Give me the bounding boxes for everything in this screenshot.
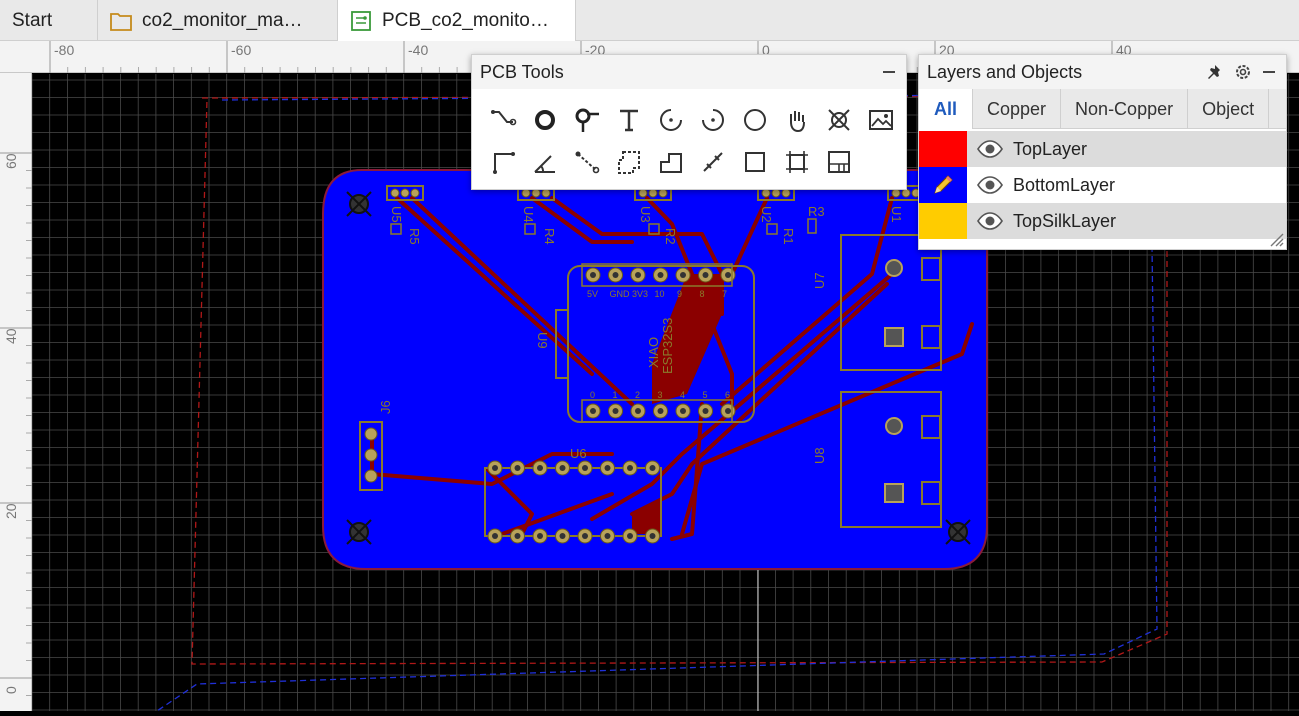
ruler-left-label: 0 [3,686,19,694]
tab-pcb-label: PCB_co2_monito… [382,9,549,31]
ruler-top-label: -80 [54,42,74,58]
silk-u1: U1 [889,206,904,223]
panel-icon[interactable] [818,141,860,183]
tab-start-label: Start [12,9,53,31]
probe-icon[interactable] [566,99,608,141]
ruler-top-label: -60 [231,42,251,58]
step-icon[interactable] [650,141,692,183]
gear-icon[interactable] [1232,61,1254,83]
esp-pin-label: GND [610,289,631,299]
text-icon[interactable] [608,99,650,141]
layer-list: TopLayer BottomLayer TopSilkLayer [919,129,1286,239]
layer-name: BottomLayer [1013,174,1116,195]
tab-copper[interactable]: Copper [973,89,1062,129]
pin-icon[interactable] [1204,61,1226,83]
document-tab-bar: Start co2_monitor_ma… PCB_co2_monito… [0,0,1299,41]
tab-pcb[interactable]: PCB_co2_monito… [338,0,576,41]
via-icon[interactable] [524,99,566,141]
pcb-tools-grid [482,99,902,183]
minimize-icon[interactable] [1258,61,1280,83]
pcb-icon [350,10,372,31]
layer-row[interactable]: BottomLayer [919,167,1286,203]
layers-panel: Layers and Objects All Copper Non-Copper… [918,54,1287,250]
ruler-left-label: 20 [3,503,19,519]
silk-r2: R2 [663,228,678,245]
layers-header[interactable]: Layers and Objects [919,55,1286,89]
silk-u4: U4 [521,206,536,223]
esp-pin-label: 7 [722,289,727,299]
ruler-left-label: 40 [3,328,19,344]
angle-track-icon[interactable] [482,141,524,183]
layer-row[interactable]: TopLayer [919,131,1286,167]
circle-icon[interactable] [734,99,776,141]
pcb-tools-title: PCB Tools [480,61,564,82]
layer-name: TopSilkLayer [1013,210,1117,231]
esp-pin-label: 10 [655,289,665,299]
silk-u6: U6 [570,446,587,461]
vertical-ruler: 60 40 20 0 [0,73,32,711]
folder-icon [110,11,132,31]
layer-color-swatch[interactable] [919,167,967,203]
esp-pin-label: 5 [703,390,708,400]
tab-start[interactable]: Start [0,0,98,41]
esp-pin-label: 3V3 [632,289,648,299]
tab-project[interactable]: co2_monitor_ma… [98,0,338,41]
silk-u7: U7 [812,272,827,289]
measure-icon[interactable] [692,141,734,183]
angle-icon[interactable] [524,141,566,183]
esp-pin-label: 4 [680,390,685,400]
pcb-tools-panel: PCB Tools [471,54,907,190]
eye-icon[interactable] [977,176,1003,194]
tab-all[interactable]: All [919,89,973,129]
esp-pin-label: 0 [590,390,595,400]
layers-tabs: All Copper Non-Copper Object [919,89,1286,129]
silk-u3: U3 [638,206,653,223]
layer-row[interactable]: TopSilkLayer [919,203,1286,239]
silk-u5: U5 [389,206,404,223]
silk-u8: U8 [812,447,827,464]
esp-pin-label: 6 [725,390,730,400]
rectangle-icon[interactable] [734,141,776,183]
arc-center-icon[interactable] [650,99,692,141]
group-icon[interactable] [776,141,818,183]
layer-color-swatch[interactable] [919,203,967,239]
esp-pin-label: 8 [700,289,705,299]
silk-r5: R5 [407,228,422,245]
tab-project-label: co2_monitor_ma… [142,9,303,31]
track-icon[interactable] [482,99,524,141]
tab-object[interactable]: Object [1188,89,1270,129]
cross-icon[interactable] [818,99,860,141]
esp-pin-label: 9 [677,289,682,299]
ruler-top-label: -40 [408,42,428,58]
esp-pin-label: 5V [587,289,598,299]
silk-r1: R1 [781,228,796,245]
esp-pin-label: 3 [658,390,663,400]
pencil-icon [934,175,953,194]
ruler-left-label: 60 [3,153,19,169]
silk-u2: U2 [759,206,774,223]
esp-pin-label: 2 [635,390,640,400]
layers-title: Layers and Objects [927,61,1083,82]
tab-non-copper[interactable]: Non-Copper [1061,89,1189,129]
silk-r4: R4 [542,228,557,245]
eye-icon[interactable] [977,212,1003,230]
pcb-tools-header[interactable]: PCB Tools [472,55,906,89]
silk-xiao: XIAO [646,337,661,368]
silk-r3: R3 [808,204,825,219]
pan-icon[interactable] [776,99,818,141]
dimension-icon[interactable] [566,141,608,183]
silk-esp32s3: ESP32S3 [660,318,675,374]
silk-j6: J6 [378,400,393,414]
resize-grip-icon[interactable] [1268,231,1284,247]
region-icon[interactable] [608,141,650,183]
layer-name: TopLayer [1013,138,1088,159]
arc-3pt-icon[interactable] [692,99,734,141]
image-icon[interactable] [860,99,902,141]
eye-icon[interactable] [977,140,1003,158]
silk-u9: U9 [535,332,550,349]
minimize-icon[interactable] [878,61,900,83]
esp-pin-label: 1 [613,390,618,400]
layer-color-swatch[interactable] [919,131,967,167]
